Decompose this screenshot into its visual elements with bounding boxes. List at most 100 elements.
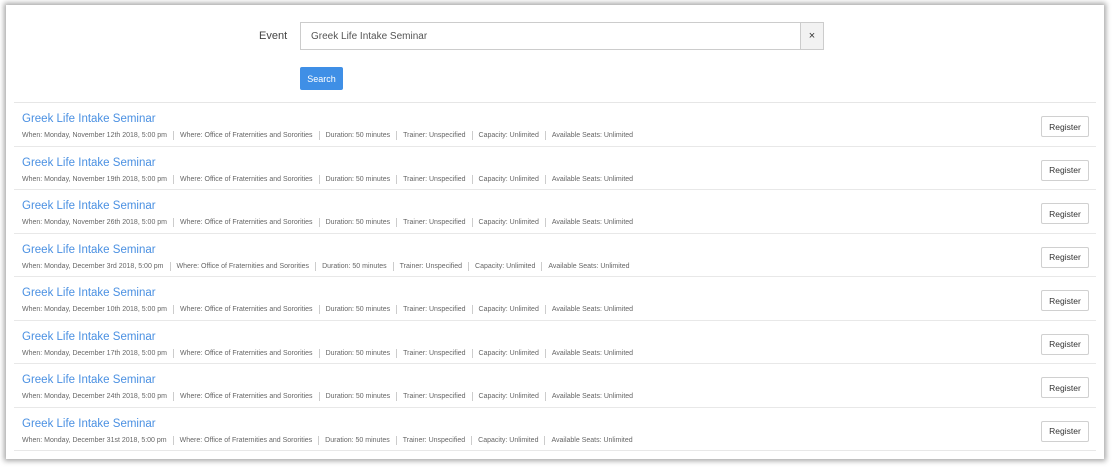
event-available-seats: Available Seats: Unlimited: [551, 219, 634, 227]
event-capacity: Capacity: Unlimited: [478, 436, 539, 444]
event-when: When: Monday, November 19th 2018, 5:00 p…: [22, 175, 168, 183]
separator: [396, 218, 398, 227]
event-details: When: Monday, December 24th 2018, 5:00 p…: [22, 392, 633, 401]
event-input[interactable]: [300, 22, 800, 50]
event-title-link[interactable]: Greek Life Intake Seminar: [22, 331, 156, 343]
search-button[interactable]: Search: [300, 67, 343, 90]
event-when: When: Monday, November 12th 2018, 5:00 p…: [22, 132, 168, 140]
separator: [173, 131, 175, 140]
separator: [471, 392, 473, 401]
event-where: Where: Office of Fraternities and Sorori…: [179, 436, 313, 444]
separator: [471, 218, 473, 227]
register-button[interactable]: Register: [1041, 203, 1089, 224]
event-available-seats: Available Seats: Unlimited: [551, 349, 634, 357]
clear-icon[interactable]: ×: [800, 22, 824, 50]
event-title-link[interactable]: Greek Life Intake Seminar: [22, 113, 156, 125]
separator: [396, 392, 398, 401]
register-button[interactable]: Register: [1041, 116, 1089, 137]
separator: [396, 131, 398, 140]
event-details: When: Monday, November 19th 2018, 5:00 p…: [22, 174, 634, 184]
event-available-seats: Available Seats: Unlimited: [548, 262, 630, 270]
register-button[interactable]: Register: [1041, 333, 1089, 355]
event-capacity: Capacity: Unlimited: [478, 349, 539, 357]
event-duration: Duration: 50 minutes: [325, 436, 390, 444]
separator: [471, 174, 473, 184]
separator: [541, 261, 543, 271]
event-when: When: Monday, December 10th 2018, 5:00 p…: [22, 306, 168, 314]
event-when: When: Monday, December 31st 2018, 5:00 p…: [22, 436, 167, 444]
separator: [315, 261, 317, 271]
event-duration: Duration: 50 minutes: [325, 219, 391, 227]
event-capacity: Capacity: Unlimited: [478, 219, 539, 227]
event-capacity: Capacity: Unlimited: [478, 132, 539, 140]
event-capacity: Capacity: Unlimited: [475, 262, 536, 270]
separator: [173, 218, 175, 227]
list-item: Greek Life Intake Seminar When: Monday, …: [14, 321, 1096, 364]
event-details: When: Monday, December 3rd 2018, 5:00 pm…: [22, 261, 630, 271]
list-item: Greek Life Intake Seminar When: Monday, …: [14, 277, 1096, 321]
event-search-panel: Event × Search Greek Life Intake Seminar…: [6, 5, 1104, 459]
search-form: Event × Search: [14, 5, 1096, 103]
separator: [544, 305, 546, 314]
separator: [318, 348, 320, 358]
separator: [318, 305, 320, 314]
separator: [318, 174, 320, 184]
event-available-seats: Available Seats: Unlimited: [551, 175, 634, 183]
event-capacity: Capacity: Unlimited: [478, 306, 539, 314]
event-title-link[interactable]: Greek Life Intake Seminar: [22, 157, 156, 169]
event-title-link[interactable]: Greek Life Intake Seminar: [22, 244, 156, 256]
event-trainer: Trainer: Unspecified: [403, 349, 466, 357]
event-title-link[interactable]: Greek Life Intake Seminar: [22, 200, 156, 212]
event-trainer: Trainer: Unspecified: [402, 436, 466, 444]
event-where: Where: Office of Fraternities and Sorori…: [180, 219, 313, 227]
event-when: When: Monday, December 17th 2018, 5:00 p…: [22, 349, 168, 357]
register-button[interactable]: Register: [1041, 290, 1089, 311]
event-title-link[interactable]: Greek Life Intake Seminar: [22, 287, 156, 299]
separator: [172, 435, 174, 445]
event-trainer: Trainer: Unspecified: [403, 219, 466, 227]
event-capacity: Capacity: Unlimited: [478, 175, 539, 183]
event-when: When: Monday, December 24th 2018, 5:00 p…: [22, 393, 168, 401]
event-label: Event: [259, 30, 288, 42]
event-trainer: Trainer: Unspecified: [403, 306, 466, 314]
separator: [468, 261, 470, 271]
event-details: When: Monday, December 10th 2018, 5:00 p…: [22, 305, 633, 314]
event-duration: Duration: 50 minutes: [325, 349, 391, 357]
event-where: Where: Office of Fraternities and Sorori…: [176, 262, 310, 270]
event-title-link[interactable]: Greek Life Intake Seminar: [22, 374, 156, 386]
list-item: Greek Life Intake Seminar When: Monday, …: [14, 103, 1096, 147]
event-duration: Duration: 50 minutes: [322, 262, 387, 270]
register-button[interactable]: Register: [1041, 159, 1089, 181]
event-details: When: Monday, November 12th 2018, 5:00 p…: [22, 131, 633, 140]
event-where: Where: Office of Fraternities and Sorori…: [180, 393, 313, 401]
register-button[interactable]: Register: [1041, 246, 1089, 268]
list-item: Greek Life Intake Seminar When: Monday, …: [14, 408, 1096, 451]
separator: [471, 305, 473, 314]
separator: [318, 392, 320, 401]
separator: [544, 218, 546, 227]
separator: [544, 348, 546, 358]
results-list: Greek Life Intake Seminar When: Monday, …: [14, 103, 1096, 451]
separator: [173, 392, 175, 401]
event-duration: Duration: 50 minutes: [325, 132, 391, 140]
separator: [544, 435, 546, 445]
event-where: Where: Office of Fraternities and Sorori…: [180, 175, 313, 183]
separator: [395, 435, 397, 445]
event-title-link[interactable]: Greek Life Intake Seminar: [22, 418, 156, 430]
event-available-seats: Available Seats: Unlimited: [551, 132, 634, 140]
separator: [169, 261, 171, 271]
register-button[interactable]: Register: [1041, 420, 1089, 442]
event-trainer: Trainer: Unspecified: [403, 393, 466, 401]
event-duration: Duration: 50 minutes: [325, 306, 391, 314]
event-where: Where: Office of Fraternities and Sorori…: [180, 132, 313, 140]
register-button[interactable]: Register: [1041, 377, 1089, 398]
separator: [318, 435, 320, 445]
event-duration: Duration: 50 minutes: [325, 393, 391, 401]
separator: [318, 131, 320, 140]
separator: [544, 131, 546, 140]
separator: [392, 261, 394, 271]
separator: [396, 174, 398, 184]
event-available-seats: Available Seats: Unlimited: [551, 393, 634, 401]
separator: [471, 131, 473, 140]
event-where: Where: Office of Fraternities and Sorori…: [180, 349, 313, 357]
